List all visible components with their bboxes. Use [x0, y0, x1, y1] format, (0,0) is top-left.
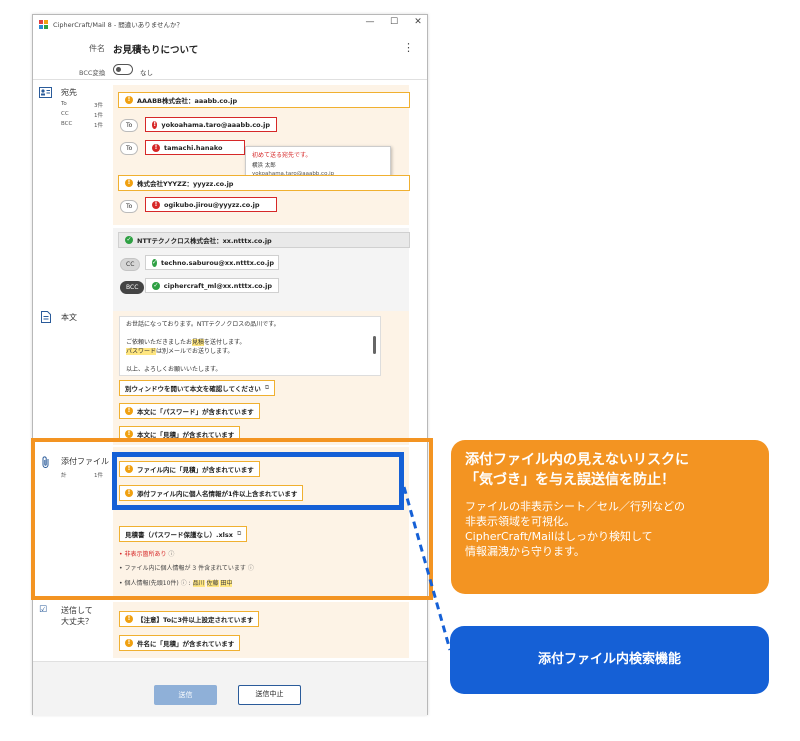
send-button[interactable]: 送信 [154, 685, 217, 705]
body-warning[interactable]: ! 本文に「パスワード」が含まれています [119, 403, 260, 419]
address-chip[interactable]: ! yokoahama.taro@aaabb.co.jp [145, 117, 277, 132]
body-title: 本文 [61, 313, 77, 322]
search-feature-frame [112, 452, 404, 510]
warning-icon: ! [125, 179, 133, 187]
callout-text: 情報漏洩から守ります。 [465, 545, 585, 558]
count-label: To [61, 101, 67, 107]
address-chip[interactable]: ✓ techno.saburou@xx.ntttx.co.jp [145, 255, 279, 270]
recipients-title: 宛先 [61, 88, 77, 97]
cancel-send-button[interactable]: 送信中止 [238, 685, 301, 705]
body-line: ご依頼いただきましたお見積を送付します。 [126, 339, 246, 346]
subject-value: お見積もりについて [113, 45, 199, 56]
to-pill: To [120, 200, 139, 213]
warning-icon: ! [125, 615, 133, 623]
body-line: お世話になっております。NTTテクノクロスの品川です。 [126, 321, 280, 328]
address-text: ciphercraft_ml@xx.ntttx.co.jp [163, 281, 272, 290]
body-preview[interactable]: お世話になっております。NTTテクノクロスの品川です。 ご依頼いただきましたお見… [119, 316, 381, 376]
body-line: 以上、よろしくお願いいたします。 [126, 366, 222, 373]
checks-title: 大丈夫？ [61, 617, 93, 626]
domain-label: 株式会社YYYZZ：yyyzz.co.jp [137, 180, 234, 188]
window-title: CipherCraft/Mail 8 - 間違いありませんか？ [53, 21, 184, 29]
body-scrollbar[interactable] [371, 318, 378, 374]
keyword-highlight: パスワード [126, 348, 157, 355]
domain-warning[interactable]: ! AAABB株式会社：aaabb.co.jp [118, 92, 410, 108]
domain-label: AAABB株式会社：aaabb.co.jp [137, 97, 238, 105]
bcc-convert-label: BCC変換 [79, 69, 106, 77]
tooltip-name: 横浜 太郎 [252, 163, 276, 169]
keyword-highlight: 見積 [192, 339, 205, 346]
bcc-convert-toggle[interactable] [113, 64, 133, 75]
mail-check-window: CipherCraft/Mail 8 - 間違いありませんか？ — ☐ ✕ 件名… [32, 14, 428, 716]
checks-title: 送信して [61, 606, 93, 615]
address-chip[interactable]: ✓ ciphercraft_ml@xx.ntttx.co.jp [145, 278, 279, 293]
check-icon: ✓ [125, 236, 133, 244]
domain-label: NTTテクノクロス株式会社：xx.ntttx.co.jp [137, 237, 272, 245]
title-bar: CipherCraft/Mail 8 - 間違いありませんか？ — ☐ ✕ [33, 15, 427, 33]
warning-icon: ! [125, 639, 133, 647]
warning-icon: ! [125, 407, 133, 415]
address-text: techno.saburou@xx.ntttx.co.jp [161, 258, 275, 267]
error-icon: ! [152, 200, 160, 209]
document-icon [41, 311, 51, 326]
count-label: BCC [61, 121, 73, 127]
count-label: CC [61, 111, 69, 117]
address-text: yokoahama.taro@aaabb.co.jp [161, 120, 270, 129]
domain-ok[interactable]: ✓ NTTテクノクロス株式会社：xx.ntttx.co.jp [118, 232, 410, 248]
risk-awareness-callout: 添付ファイル内の見えないリスクに 「気づき」を与え誤送信を防止！ ファイルの非表… [451, 440, 769, 594]
more-menu-icon[interactable]: ⋮ [403, 41, 414, 54]
external-link-icon: ⧉ [264, 384, 270, 391]
send-check-warning[interactable]: ! 【注意】Toに3件以上設定されています [119, 611, 260, 627]
count-value: 1件 [94, 123, 103, 129]
error-icon: ! [152, 120, 158, 129]
minimize-button[interactable]: — [365, 17, 375, 27]
address-text: tamachi.hanako [164, 143, 223, 152]
tooltip-warning: 初めて送る宛先です。 [252, 152, 312, 159]
check-icon: ✓ [152, 258, 158, 267]
callout-heading: 添付ファイル内の見えないリスクに [465, 452, 689, 468]
maximize-button[interactable]: ☐ [389, 17, 399, 27]
to-pill: To [120, 119, 139, 132]
cc-pill: CC [120, 258, 141, 271]
callout-heading: 「気づき」を与え誤送信を防止！ [465, 472, 675, 488]
count-value: 1件 [94, 113, 103, 119]
subject-label: 件名 [89, 44, 105, 53]
open-body-window-link[interactable]: 別ウィンドウを開いて本文を確認してください ⧉ [119, 380, 276, 396]
address-chip[interactable]: ! tamachi.hanako [145, 140, 245, 155]
divider [33, 79, 427, 80]
callout-text: 非表示領域を可視化。 [465, 515, 575, 528]
footer-bar [33, 662, 427, 716]
close-button[interactable]: ✕ [413, 17, 423, 27]
bcc-pill: BCC [120, 281, 145, 294]
search-feature-callout: 添付ファイル内検索機能 [450, 626, 769, 694]
address-text: ogikubo.jirou@yyyzz.co.jp [164, 200, 260, 209]
error-icon: ! [152, 143, 160, 152]
warning-icon: ! [125, 430, 133, 438]
app-logo-icon [39, 19, 48, 29]
check-icon: ✓ [152, 281, 160, 290]
bcc-convert-value: なし [140, 69, 153, 77]
domain-warning[interactable]: ! 株式会社YYYZZ：yyyzz.co.jp [118, 175, 410, 191]
warning-icon: ! [125, 96, 133, 104]
address-chip[interactable]: ! ogikubo.jirou@yyyzz.co.jp [145, 197, 277, 212]
contact-card-icon [39, 87, 52, 101]
count-value: 3件 [94, 103, 103, 109]
body-line: パスワードは別メールでお送りします。 [126, 348, 234, 355]
callout-text: ファイルの非表示シート／セル／行列などの [465, 500, 685, 513]
callout-text: CipherCraft/Mailはしっかり検知して [465, 530, 653, 543]
send-check-warning[interactable]: ! 件名に「見積」が含まれています [119, 635, 241, 651]
to-pill: To [120, 142, 139, 155]
checklist-icon: ☑ [39, 605, 48, 615]
